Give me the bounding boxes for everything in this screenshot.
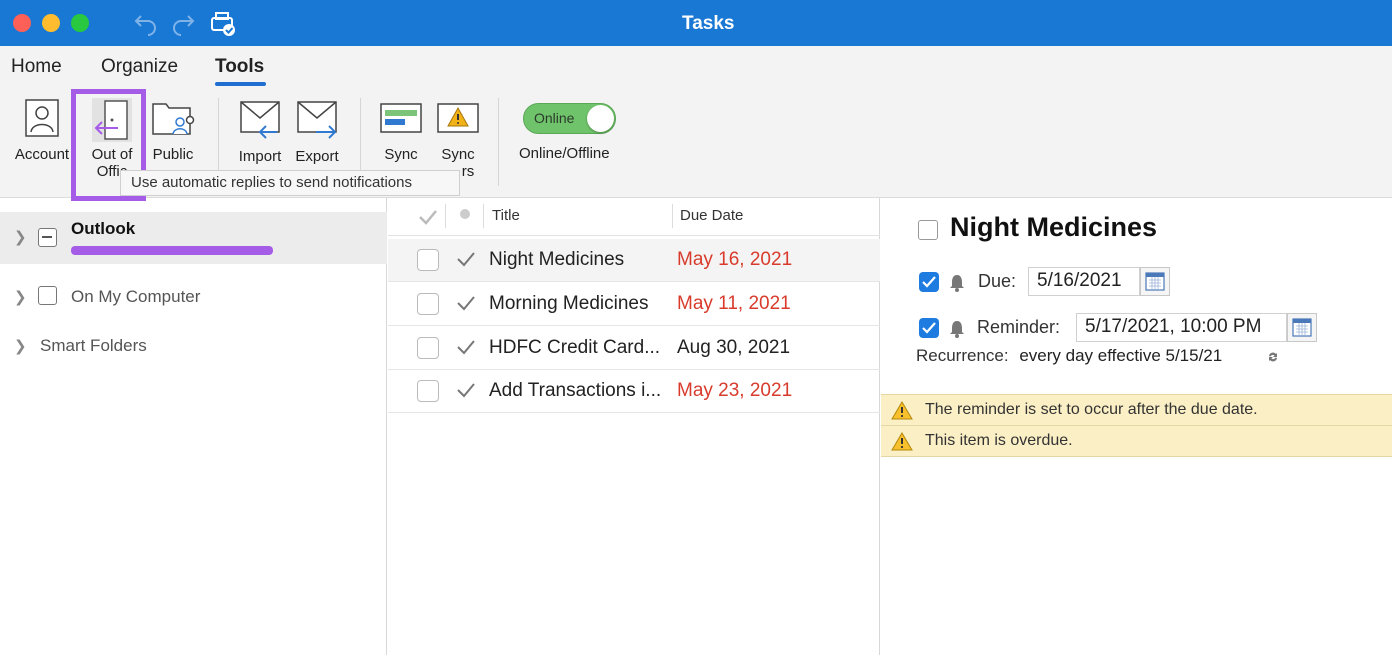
- recurrence-row[interactable]: Recurrence: every day effective 5/15/21: [916, 346, 1222, 366]
- import-icon: [240, 101, 280, 139]
- active-tab-indicator: [215, 82, 266, 86]
- task-list-header: Title Due Date: [388, 198, 880, 236]
- sidebar-item-label: On My Computer: [71, 287, 201, 306]
- sync-errors-button[interactable]: Sync rs: [433, 98, 483, 180]
- checkmark-icon: [922, 322, 936, 334]
- export-button[interactable]: Export: [290, 98, 344, 165]
- folder-sidebar: ❯ Outlook ❯ On My Computer ❯ Smart Folde…: [0, 198, 387, 655]
- tab-home[interactable]: Home: [11, 56, 62, 78]
- sidebar-item-on-my-computer[interactable]: ❯ On My Computer: [0, 272, 387, 322]
- checkmark-icon[interactable]: [456, 339, 476, 355]
- due-label: Due:: [978, 271, 1017, 291]
- sync-label: Sync: [384, 146, 418, 163]
- online-offline-label: Online/Offline: [519, 145, 610, 162]
- tab-tools[interactable]: Tools: [215, 56, 264, 78]
- calendar-icon: [1292, 318, 1312, 337]
- ribbon-divider: [498, 98, 499, 186]
- folder-checkbox[interactable]: [38, 286, 57, 305]
- window-title: Tasks: [682, 13, 735, 34]
- warning-text: This item is overdue.: [925, 432, 1073, 449]
- table-row[interactable]: HDFC Credit Card... Aug 30, 2021: [388, 327, 880, 370]
- task-due-date: May 16, 2021: [677, 249, 793, 270]
- due-date-field[interactable]: 5/16/2021: [1028, 267, 1140, 296]
- column-header-title[interactable]: Title: [492, 207, 520, 224]
- export-label: Export: [295, 148, 339, 165]
- sync-status-icon: [380, 103, 422, 133]
- due-date-calendar-button[interactable]: [1140, 267, 1170, 296]
- export-icon: [297, 101, 337, 139]
- warning-text: The reminder is set to occur after the d…: [925, 401, 1258, 418]
- task-due-date: Aug 30, 2021: [677, 337, 791, 358]
- checkmark-icon: [922, 276, 936, 288]
- sync-errors-label: Sync: [441, 146, 475, 163]
- checkmark-icon[interactable]: [456, 251, 476, 267]
- reminder-calendar-button[interactable]: [1287, 313, 1317, 342]
- task-due-date: May 11, 2021: [677, 293, 791, 314]
- recurrence-value: every day effective 5/15/21: [1019, 346, 1223, 365]
- public-label: Public: [152, 146, 194, 163]
- public-folder-icon: [152, 103, 195, 135]
- title-bar: Tasks: [0, 0, 1392, 46]
- task-complete-checkbox[interactable]: [417, 380, 439, 402]
- sync-error-icon: [437, 103, 479, 133]
- task-due-date: May 23, 2021: [677, 380, 793, 401]
- sidebar-item-outlook[interactable]: ❯ Outlook: [0, 212, 387, 264]
- task-detail-title[interactable]: Night Medicines: [950, 212, 1157, 243]
- task-title: HDFC Credit Card...: [489, 337, 661, 358]
- warning-icon: [891, 432, 913, 451]
- accounts-icon: [25, 99, 59, 137]
- task-title: Night Medicines: [489, 249, 625, 270]
- sidebar-item-label: Outlook: [71, 219, 136, 238]
- task-list: Title Due Date Night Medicines May 16, 2…: [388, 198, 880, 655]
- table-row[interactable]: Add Transactions i... May 23, 2021: [388, 370, 880, 413]
- toggle-knob: [587, 105, 614, 132]
- warning-icon: [891, 401, 913, 420]
- task-detail-pane: Night Medicines Due: 5/16/2021 Reminder:…: [881, 198, 1392, 655]
- checkmark-column-icon[interactable]: [418, 208, 438, 226]
- warning-banner: The reminder is set to occur after the d…: [881, 394, 1392, 425]
- table-row[interactable]: Morning Medicines May 11, 2021: [388, 283, 880, 326]
- column-header-due-date[interactable]: Due Date: [680, 207, 743, 224]
- chevron-right-icon[interactable]: ❯: [14, 228, 27, 246]
- toggle-state-text: Online: [534, 110, 575, 126]
- bell-icon: [950, 275, 964, 292]
- table-row[interactable]: Night Medicines May 16, 2021: [388, 239, 880, 282]
- reminder-checkbox[interactable]: [919, 318, 939, 338]
- calendar-icon: [1145, 272, 1165, 291]
- chevron-right-icon[interactable]: ❯: [14, 288, 27, 306]
- import-button[interactable]: Import: [233, 98, 287, 165]
- warning-banner: This item is overdue.: [881, 425, 1392, 456]
- online-offline-toggle[interactable]: Online: [523, 103, 616, 134]
- sync-button[interactable]: Sync: [376, 98, 426, 163]
- reminder-label: Reminder:: [977, 317, 1061, 337]
- task-title: Add Transactions i...: [489, 380, 662, 401]
- tab-organize[interactable]: Organize: [101, 56, 178, 78]
- collapse-checkbox[interactable]: [38, 228, 57, 247]
- sidebar-item-smart-folders[interactable]: ❯ Smart Folders: [0, 322, 387, 372]
- bell-icon: [950, 321, 964, 338]
- task-complete-checkbox[interactable]: [417, 293, 439, 315]
- checkmark-icon[interactable]: [456, 382, 476, 398]
- sidebar-item-label: Smart Folders: [40, 336, 147, 355]
- tooltip: Use automatic replies to send notificati…: [120, 170, 460, 196]
- chevron-right-icon[interactable]: ❯: [14, 337, 27, 355]
- task-complete-checkbox[interactable]: [417, 249, 439, 271]
- recurrence-icon: [1269, 352, 1277, 362]
- accounts-label: Account: [14, 146, 70, 163]
- recurrence-label: Recurrence:: [916, 346, 1009, 365]
- due-date-checkbox[interactable]: [919, 272, 939, 292]
- public-folders-button[interactable]: Public: [147, 98, 199, 163]
- task-title: Morning Medicines: [489, 293, 649, 314]
- task-complete-checkbox[interactable]: [918, 220, 938, 240]
- redaction-bar: [71, 246, 273, 255]
- accounts-button[interactable]: Account: [12, 98, 72, 163]
- import-label: Import: [238, 148, 282, 165]
- checkmark-icon[interactable]: [456, 295, 476, 311]
- status-column-icon[interactable]: [460, 209, 470, 219]
- task-complete-checkbox[interactable]: [417, 337, 439, 359]
- reminder-datetime-field[interactable]: 5/17/2021, 10:00 PM: [1076, 313, 1287, 342]
